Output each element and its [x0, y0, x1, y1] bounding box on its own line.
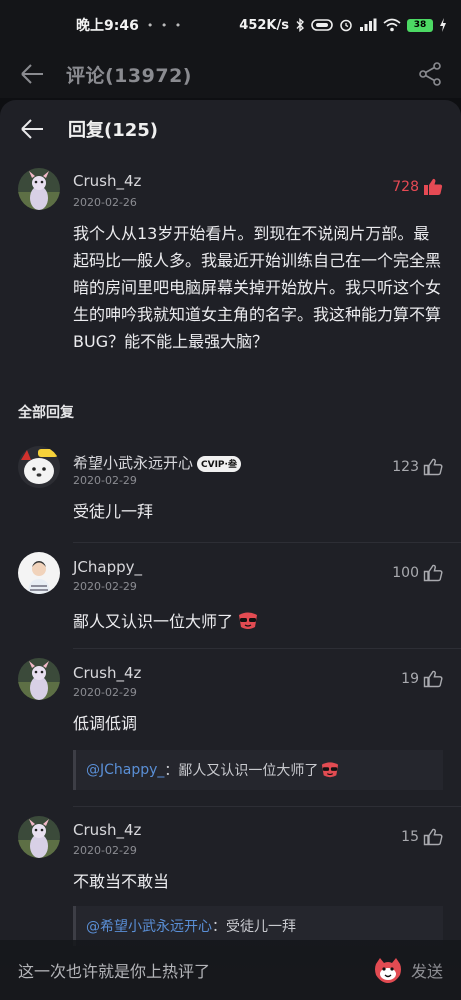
reply-text: 受徒儿一拜	[73, 502, 154, 521]
username[interactable]: Crush_4z	[73, 821, 141, 839]
sunglasses-emoji-icon	[239, 612, 258, 629]
quoted-username[interactable]: @希望小武永远开心	[86, 916, 212, 936]
network-speed: 452K/s	[239, 17, 289, 33]
like-count: 728	[392, 179, 419, 195]
quoted-username[interactable]: @JChappy_	[86, 762, 164, 778]
thumbs-up-icon	[424, 178, 443, 195]
back-arrow-icon[interactable]	[18, 115, 46, 143]
divider	[73, 542, 461, 543]
status-time: 晚上9:46	[76, 18, 139, 34]
username[interactable]: JChappy_	[73, 558, 142, 576]
like-count: 100	[392, 565, 419, 581]
avatar[interactable]	[18, 552, 60, 594]
like-count: 19	[401, 671, 419, 687]
like-count: 123	[392, 459, 419, 475]
reply-text-content: 鄙人又认识一位大师了	[73, 611, 234, 631]
reply-panel-title: 回复(125)	[68, 120, 159, 141]
username[interactable]: Crush_4z	[73, 664, 141, 682]
thumbs-up-icon	[423, 564, 443, 582]
reply-text: 鄙人又认识一位大师了	[73, 606, 443, 636]
username[interactable]: 希望小武永远开心 CVIP·叁	[73, 452, 241, 473]
thumbs-up-icon	[423, 458, 443, 476]
avatar[interactable]	[18, 168, 60, 210]
like-button[interactable]: 15	[401, 828, 443, 846]
alarm-icon	[340, 19, 352, 32]
like-button[interactable]: 19	[401, 670, 443, 688]
divider	[73, 806, 461, 807]
back-arrow-icon[interactable]	[18, 60, 46, 88]
comment-date: 2020-02-26	[73, 196, 137, 209]
emoji-icon[interactable]	[373, 955, 403, 985]
all-replies-heading: 全部回复	[18, 405, 74, 421]
page-title: 评论(13972)	[66, 64, 192, 87]
quoted-text: ：鄙人又认识一位大师了	[164, 763, 319, 779]
like-button[interactable]: 123	[392, 458, 443, 476]
comment-input-bar[interactable]: 这一次也许就是你上热评了 发送	[0, 940, 461, 1000]
share-icon[interactable]	[417, 61, 443, 87]
comment-date: 2020-02-29	[73, 686, 137, 699]
username-text: 希望小武永远开心	[73, 454, 194, 472]
vibrate-icon	[311, 19, 333, 31]
thumbs-up-icon	[423, 670, 443, 688]
divider	[73, 648, 461, 649]
like-count: 15	[401, 829, 419, 845]
comment-date: 2020-02-29	[73, 474, 137, 487]
like-button[interactable]: 728	[392, 178, 443, 196]
signal-icon	[360, 18, 377, 31]
username[interactable]: Crush_4z	[73, 172, 141, 190]
reply-panel-header: 回复(125)	[0, 100, 461, 158]
avatar[interactable]	[18, 816, 60, 858]
quoted-text: ：受徒儿一拜	[212, 919, 296, 935]
avatar-image-icon	[18, 658, 60, 700]
avatar-image-icon	[18, 552, 60, 594]
sunglasses-emoji-icon	[322, 762, 339, 778]
status-right: 452K/s 38	[239, 18, 447, 33]
quoted-reply[interactable]: @JChappy_ ：鄙人又认识一位大师了	[73, 750, 443, 790]
avatar[interactable]	[18, 658, 60, 700]
wifi-icon	[383, 18, 401, 32]
avatar[interactable]	[18, 446, 60, 488]
send-button[interactable]: 发送	[411, 958, 443, 982]
status-bar: 晚上9:46 • • • 452K/s 38	[0, 0, 461, 50]
comment-text: 我个人从13岁开始看片。到现在不说阅片万部。最起码比一般人多。我最近开始训练自己…	[73, 224, 442, 351]
charging-icon	[440, 18, 446, 32]
thumbs-up-icon	[423, 828, 443, 846]
reply-text: 低调低调	[73, 714, 138, 733]
avatar-image-icon	[18, 446, 60, 488]
notification-dots: • • •	[146, 18, 184, 32]
battery-icon: 38	[407, 18, 433, 32]
like-button[interactable]: 100	[392, 564, 443, 582]
reply-text: 不敢当不敢当	[73, 872, 170, 891]
comment-date: 2020-02-29	[73, 580, 137, 593]
bluetooth-icon	[296, 18, 305, 32]
comments-header: 评论(13972)	[0, 50, 461, 98]
vip-badge: CVIP·叁	[197, 455, 241, 472]
avatar-image-icon	[18, 816, 60, 858]
comment-date: 2020-02-29	[73, 844, 137, 857]
avatar-image-icon	[18, 168, 60, 210]
reply-panel: 回复(125) Crush_4z 2020-02-26 728 我个人从13岁开…	[0, 100, 461, 1000]
comment-input-placeholder[interactable]: 这一次也许就是你上热评了	[18, 958, 210, 982]
